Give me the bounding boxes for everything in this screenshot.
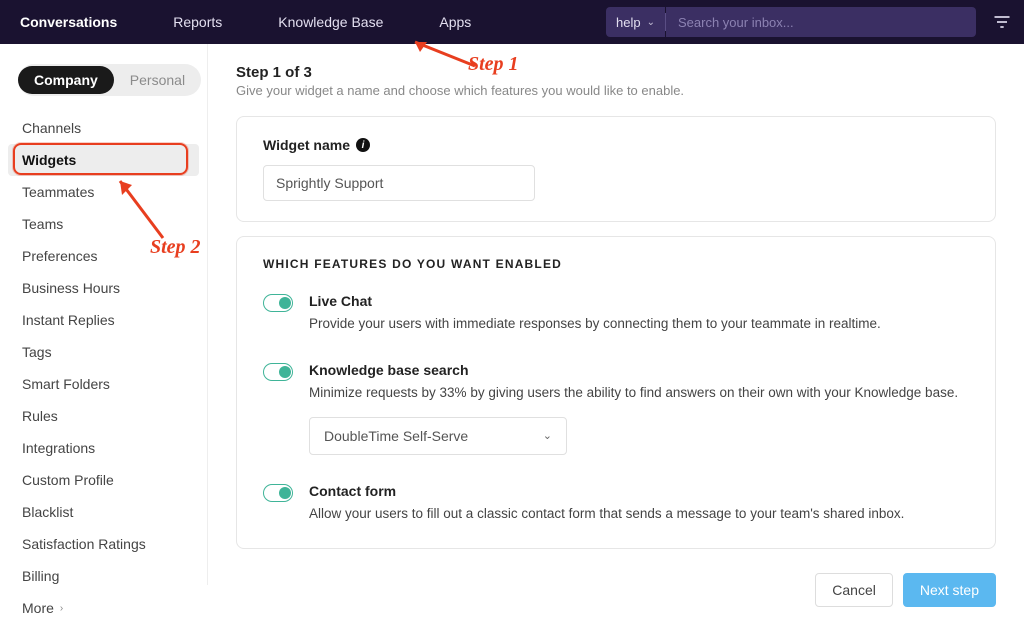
- features-card: WHICH FEATURES DO YOU WANT ENABLED Live …: [236, 236, 996, 549]
- widget-name-card: Widget name i: [236, 116, 996, 222]
- chevron-down-icon: ⌄: [647, 17, 655, 28]
- kb-dropdown[interactable]: DoubleTime Self-Serve ⌄: [309, 417, 567, 455]
- sidebar-item-instant-replies[interactable]: Instant Replies: [8, 304, 199, 336]
- feature-title-live-chat: Live Chat: [309, 293, 969, 309]
- chevron-down-icon: ⌄: [543, 429, 552, 442]
- sidebar: Company Personal Channels Widgets Teamma…: [0, 44, 208, 585]
- feature-desc-kb: Minimize requests by 33% by giving users…: [309, 384, 969, 403]
- sidebar-item-widgets[interactable]: Widgets: [8, 144, 199, 176]
- toggle-live-chat[interactable]: [263, 294, 293, 312]
- sidebar-item-integrations[interactable]: Integrations: [8, 432, 199, 464]
- feature-desc-contact: Allow your users to fill out a classic c…: [309, 505, 969, 524]
- sidebar-item-blacklist[interactable]: Blacklist: [8, 496, 199, 528]
- sidebar-item-preferences[interactable]: Preferences: [8, 240, 199, 272]
- tab-personal[interactable]: Personal: [114, 66, 201, 94]
- cancel-button[interactable]: Cancel: [815, 573, 893, 607]
- widget-name-label: Widget name: [263, 137, 350, 153]
- features-header: WHICH FEATURES DO YOU WANT ENABLED: [263, 257, 969, 271]
- sidebar-item-teams[interactable]: Teams: [8, 208, 199, 240]
- feature-desc-live-chat: Provide your users with immediate respon…: [309, 315, 969, 334]
- sidebar-item-more[interactable]: More ›: [8, 592, 199, 624]
- sidebar-item-business-hours[interactable]: Business Hours: [8, 272, 199, 304]
- sidebar-item-billing[interactable]: Billing: [8, 560, 199, 592]
- nav-knowledge-base[interactable]: Knowledge Base: [250, 14, 411, 30]
- main-content: Step 1 of 3 Give your widget a name and …: [208, 44, 1024, 585]
- sidebar-tabs: Company Personal: [18, 64, 201, 96]
- top-nav: Conversations Reports Knowledge Base App…: [0, 0, 1024, 44]
- nav-reports[interactable]: Reports: [145, 14, 250, 30]
- feature-kb-search: Knowledge base search Minimize requests …: [263, 362, 969, 455]
- chevron-right-icon: ›: [60, 603, 63, 614]
- search-input[interactable]: [678, 15, 964, 30]
- sidebar-item-teammates[interactable]: Teammates: [8, 176, 199, 208]
- sidebar-item-smart-folders[interactable]: Smart Folders: [8, 368, 199, 400]
- toggle-kb-search[interactable]: [263, 363, 293, 381]
- info-icon[interactable]: i: [356, 138, 370, 152]
- sidebar-item-tags[interactable]: Tags: [8, 336, 199, 368]
- feature-contact-form: Contact form Allow your users to fill ou…: [263, 483, 969, 524]
- toggle-contact-form[interactable]: [263, 484, 293, 502]
- sidebar-item-rules[interactable]: Rules: [8, 400, 199, 432]
- nav-apps[interactable]: Apps: [411, 14, 499, 30]
- step-title: Step 1 of 3: [236, 64, 996, 81]
- sidebar-item-custom-profile[interactable]: Custom Profile: [8, 464, 199, 496]
- filter-icon[interactable]: [992, 12, 1012, 32]
- sidebar-item-channels[interactable]: Channels: [8, 112, 199, 144]
- widget-name-input[interactable]: [263, 165, 535, 201]
- sidebar-item-satisfaction-ratings[interactable]: Satisfaction Ratings: [8, 528, 199, 560]
- feature-title-kb: Knowledge base search: [309, 362, 969, 378]
- next-step-button[interactable]: Next step: [903, 573, 996, 607]
- search-scope-select[interactable]: help ⌄: [606, 7, 665, 37]
- search-scope-value: help: [616, 15, 641, 30]
- step-subtitle: Give your widget a name and choose which…: [236, 83, 996, 98]
- tab-company[interactable]: Company: [18, 66, 114, 94]
- nav-conversations[interactable]: Conversations: [12, 14, 145, 30]
- feature-live-chat: Live Chat Provide your users with immedi…: [263, 293, 969, 334]
- feature-title-contact: Contact form: [309, 483, 969, 499]
- kb-dropdown-value: DoubleTime Self-Serve: [324, 428, 468, 444]
